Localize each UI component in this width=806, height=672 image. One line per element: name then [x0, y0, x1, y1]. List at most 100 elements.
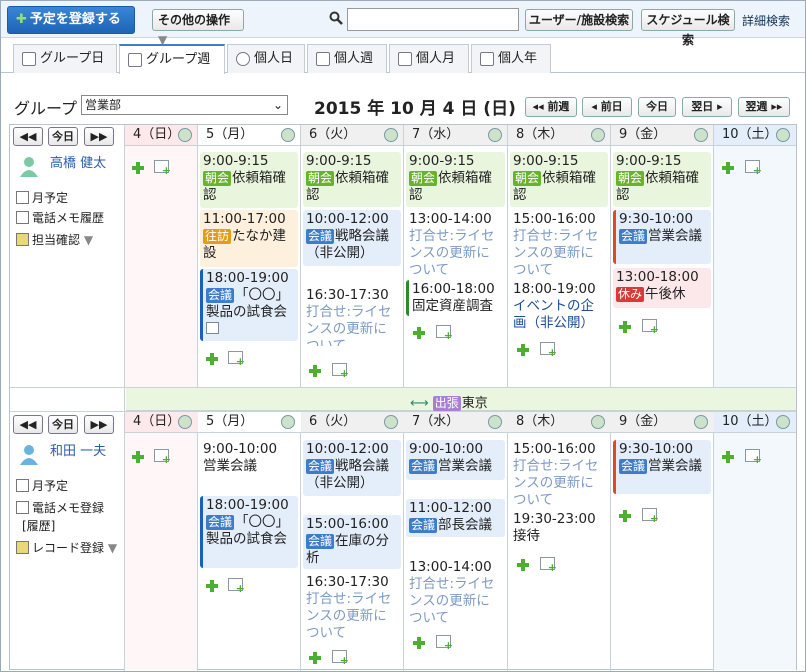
search-input[interactable]	[347, 8, 519, 31]
event[interactable]: 11:00-12:00 会議 部長会議	[406, 499, 505, 537]
event[interactable]: 10:00-12:00 会議 戦略会議（非公開）	[303, 440, 401, 496]
sunday-cell[interactable]	[125, 433, 197, 670]
event[interactable]: 9:00-10:00 営業会議	[200, 440, 298, 494]
event[interactable]: 9:00-9:15 朝会 依頼箱確認	[406, 152, 505, 207]
group-icon[interactable]	[488, 415, 502, 429]
day-header-wed[interactable]: 7（水）	[404, 412, 508, 433]
group-icon[interactable]	[694, 415, 708, 429]
phone-memo-register-link[interactable]: 電話メモ登録	[16, 499, 104, 516]
mini-today-button[interactable]: 今日	[48, 415, 78, 434]
detail-search-link[interactable]: 詳細検索	[742, 12, 790, 29]
mini-next-button[interactable]: ▶▶	[84, 127, 114, 146]
day-header-fri[interactable]: 9（金）	[611, 412, 714, 433]
event[interactable]: 10:00-12:00 会議 戦略会議（非公開）	[303, 210, 401, 266]
prev-week-button[interactable]: ◂◂ 前週	[525, 97, 577, 117]
event[interactable]: 16:00-18:00 固定資産調査	[406, 280, 505, 316]
day-header-fri[interactable]: 9（金）	[611, 125, 714, 146]
mini-prev-button[interactable]: ◀◀	[13, 415, 43, 434]
event[interactable]: 16:30-17:30 打合せ:ライセンスの更新について	[303, 286, 401, 346]
other-operations-button[interactable]: その他の操作 ▼	[152, 9, 244, 47]
add-group-schedule-icon[interactable]	[642, 319, 659, 336]
group-icon[interactable]	[178, 128, 192, 142]
user-name-1[interactable]: 高橋 健太	[50, 152, 106, 171]
day-header-sat[interactable]: 10（土）	[714, 412, 796, 433]
group-icon[interactable]	[776, 415, 790, 429]
day-header-wed[interactable]: 7（水）	[404, 125, 508, 146]
add-schedule-icon[interactable]	[309, 365, 321, 377]
add-schedule-icon[interactable]	[722, 162, 734, 174]
day-header-thu[interactable]: 8（木）	[508, 125, 611, 146]
event[interactable]: 15:00-16:00 会議 在庫の分析	[303, 515, 401, 569]
day-header-sun[interactable]: 4（日）	[125, 412, 198, 433]
month-schedule-link[interactable]: 月予定	[16, 477, 68, 494]
today-button[interactable]: 今日	[638, 97, 676, 117]
group-icon[interactable]	[591, 415, 605, 429]
add-schedule-icon[interactable]	[309, 652, 321, 664]
month-schedule-link[interactable]: 月予定	[16, 189, 68, 206]
day-header-sun[interactable]: 4（日）	[125, 125, 198, 146]
event[interactable]: 15:00-16:00 打合せ:ライセンスの更新について	[510, 440, 608, 508]
add-schedule-icon[interactable]	[413, 327, 425, 339]
event[interactable]: 18:00-19:00 会議 「〇〇」製品の試食会	[200, 269, 298, 341]
day-header-mon[interactable]: 5（月）	[198, 125, 301, 146]
group-icon[interactable]	[178, 415, 192, 429]
add-group-schedule-icon[interactable]	[540, 557, 557, 574]
next-day-button[interactable]: 翌日 ▸	[682, 97, 732, 117]
event[interactable]: 18:00-19:00 イベントの企画（非公開）	[510, 280, 608, 332]
day-header-thu[interactable]: 8（木）	[508, 412, 611, 433]
tab-personal-week[interactable]: 個人週	[307, 44, 387, 73]
group-select[interactable]: 営業部 ⌄	[81, 95, 288, 115]
day-header-tue[interactable]: 6（火）	[301, 125, 404, 146]
group-icon[interactable]	[384, 415, 398, 429]
add-group-schedule-icon[interactable]	[154, 160, 171, 177]
mini-next-button[interactable]: ▶▶	[84, 415, 114, 434]
event[interactable]: 9:00-10:00 会議 営業会議	[406, 440, 505, 480]
add-group-schedule-icon[interactable]	[228, 578, 245, 595]
sunday-cell[interactable]	[125, 146, 197, 387]
add-schedule-icon[interactable]	[619, 510, 631, 522]
day-header-sat[interactable]: 10（土）	[714, 125, 796, 146]
add-group-schedule-icon[interactable]	[332, 650, 349, 667]
day-header-mon[interactable]: 5（月）	[198, 412, 301, 433]
record-register-link[interactable]: レコード登録 ▼	[16, 539, 117, 556]
add-schedule-icon[interactable]	[517, 559, 529, 571]
day-header-tue[interactable]: 6（火）	[301, 412, 404, 433]
event[interactable]: 13:00-14:00 打合せ:ライセンスの更新について	[406, 210, 505, 278]
event[interactable]: 9:00-9:15 朝会 依頼箱確認	[303, 152, 401, 207]
assignee-check-link[interactable]: 担当確認 ▼	[16, 231, 93, 248]
add-group-schedule-icon[interactable]	[745, 160, 762, 177]
add-schedule-icon[interactable]	[206, 353, 218, 365]
add-group-schedule-icon[interactable]	[228, 351, 245, 368]
event[interactable]: 11:00-17:00 往訪 たなか建設	[200, 210, 298, 267]
saturday-cell[interactable]	[714, 146, 796, 387]
add-schedule-icon[interactable]	[413, 637, 425, 649]
add-schedule-icon[interactable]	[132, 451, 144, 463]
event[interactable]: 13:00-18:00 休み 午後休	[613, 268, 711, 308]
event[interactable]: 13:00-14:00 打合せ:ライセンスの更新について	[406, 558, 505, 626]
schedule-search-button[interactable]: スケジュール検索	[641, 9, 735, 47]
add-group-schedule-icon[interactable]	[436, 325, 453, 342]
add-group-schedule-icon[interactable]	[642, 508, 659, 525]
event[interactable]: 9:00-9:15 朝会 依頼箱確認	[613, 152, 711, 207]
user-name-2[interactable]: 和田 一夫	[50, 440, 106, 459]
group-icon[interactable]	[776, 128, 790, 142]
add-schedule-icon[interactable]	[619, 321, 631, 333]
event[interactable]: 19:30-23:00 接待	[510, 510, 608, 548]
add-group-schedule-icon[interactable]	[436, 635, 453, 652]
mini-today-button[interactable]: 今日	[48, 127, 78, 146]
tab-group-day[interactable]: グループ日	[13, 44, 117, 73]
tab-personal-day[interactable]: 個人日	[227, 44, 305, 73]
group-icon[interactable]	[384, 128, 398, 142]
group-icon[interactable]	[488, 128, 502, 142]
event[interactable]: 9:00-9:15 朝会 依頼箱確認	[510, 152, 608, 207]
group-icon[interactable]	[281, 128, 295, 142]
history-link[interactable]: [履歴]	[22, 517, 55, 534]
mini-prev-button[interactable]: ◀◀	[13, 127, 43, 146]
add-schedule-icon[interactable]	[722, 451, 734, 463]
saturday-cell[interactable]	[714, 433, 796, 670]
tab-group-week[interactable]: グループ週	[119, 44, 225, 74]
event[interactable]: 9:00-9:15 朝会 依頼箱確認	[200, 152, 298, 208]
add-group-schedule-icon[interactable]	[745, 449, 762, 466]
event[interactable]: 16:30-17:30 打合せ:ライセンスの更新について	[303, 573, 401, 641]
group-icon[interactable]	[694, 128, 708, 142]
